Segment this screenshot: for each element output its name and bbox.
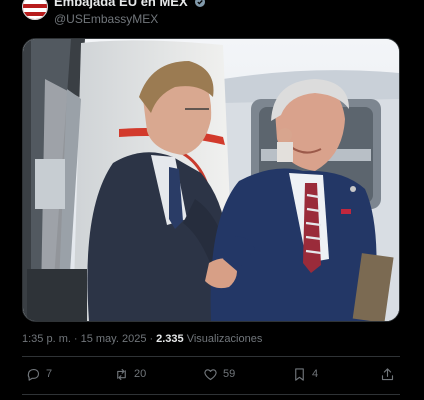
bookmark-count: 4 (312, 368, 319, 380)
heart-icon (204, 368, 217, 380)
divider (22, 394, 400, 395)
share-button[interactable] (380, 365, 395, 383)
share-icon (381, 367, 394, 380)
post-photo[interactable] (22, 38, 400, 322)
repost-count: 20 (134, 368, 147, 380)
verified-badge-icon (195, 0, 206, 7)
divider (22, 356, 400, 357)
meta-separator: · (149, 333, 154, 345)
meta-separator: · (73, 333, 78, 345)
post-meta: 1:35 p. m. · 15 may. 2025 · 2.335 Visualizac… (22, 333, 262, 345)
views-label: Visualizaciones (186, 333, 263, 345)
bookmark-button[interactable]: 4 (292, 365, 318, 383)
reply-icon (27, 368, 40, 381)
avatar[interactable] (22, 0, 48, 20)
like-count: 59 (223, 368, 236, 380)
repost-icon (117, 368, 126, 380)
author-names: Embajada EU en MEX @USEmbassyMEX (54, 0, 206, 26)
post-photo-image (23, 39, 399, 321)
like-button[interactable]: 59 (203, 365, 235, 383)
bookmark-icon (295, 367, 304, 381)
views-count: 2.335 (156, 333, 184, 345)
post-date[interactable]: 15 may. 2025 (81, 333, 147, 345)
post-time[interactable]: 1:35 p. m. (22, 333, 71, 345)
author-handle[interactable]: @USEmbassyMEX (54, 12, 205, 26)
reply-button[interactable]: 7 (26, 365, 52, 383)
reply-count: 7 (46, 368, 53, 380)
post-actions: 7 20 59 4 (22, 365, 400, 383)
post: Embajada EU en MEX @USEmbassyMEX 1:35 p.… (0, 0, 424, 400)
author-display-name[interactable]: Embajada EU en MEX (54, 0, 188, 9)
repost-button[interactable]: 20 (114, 365, 146, 383)
